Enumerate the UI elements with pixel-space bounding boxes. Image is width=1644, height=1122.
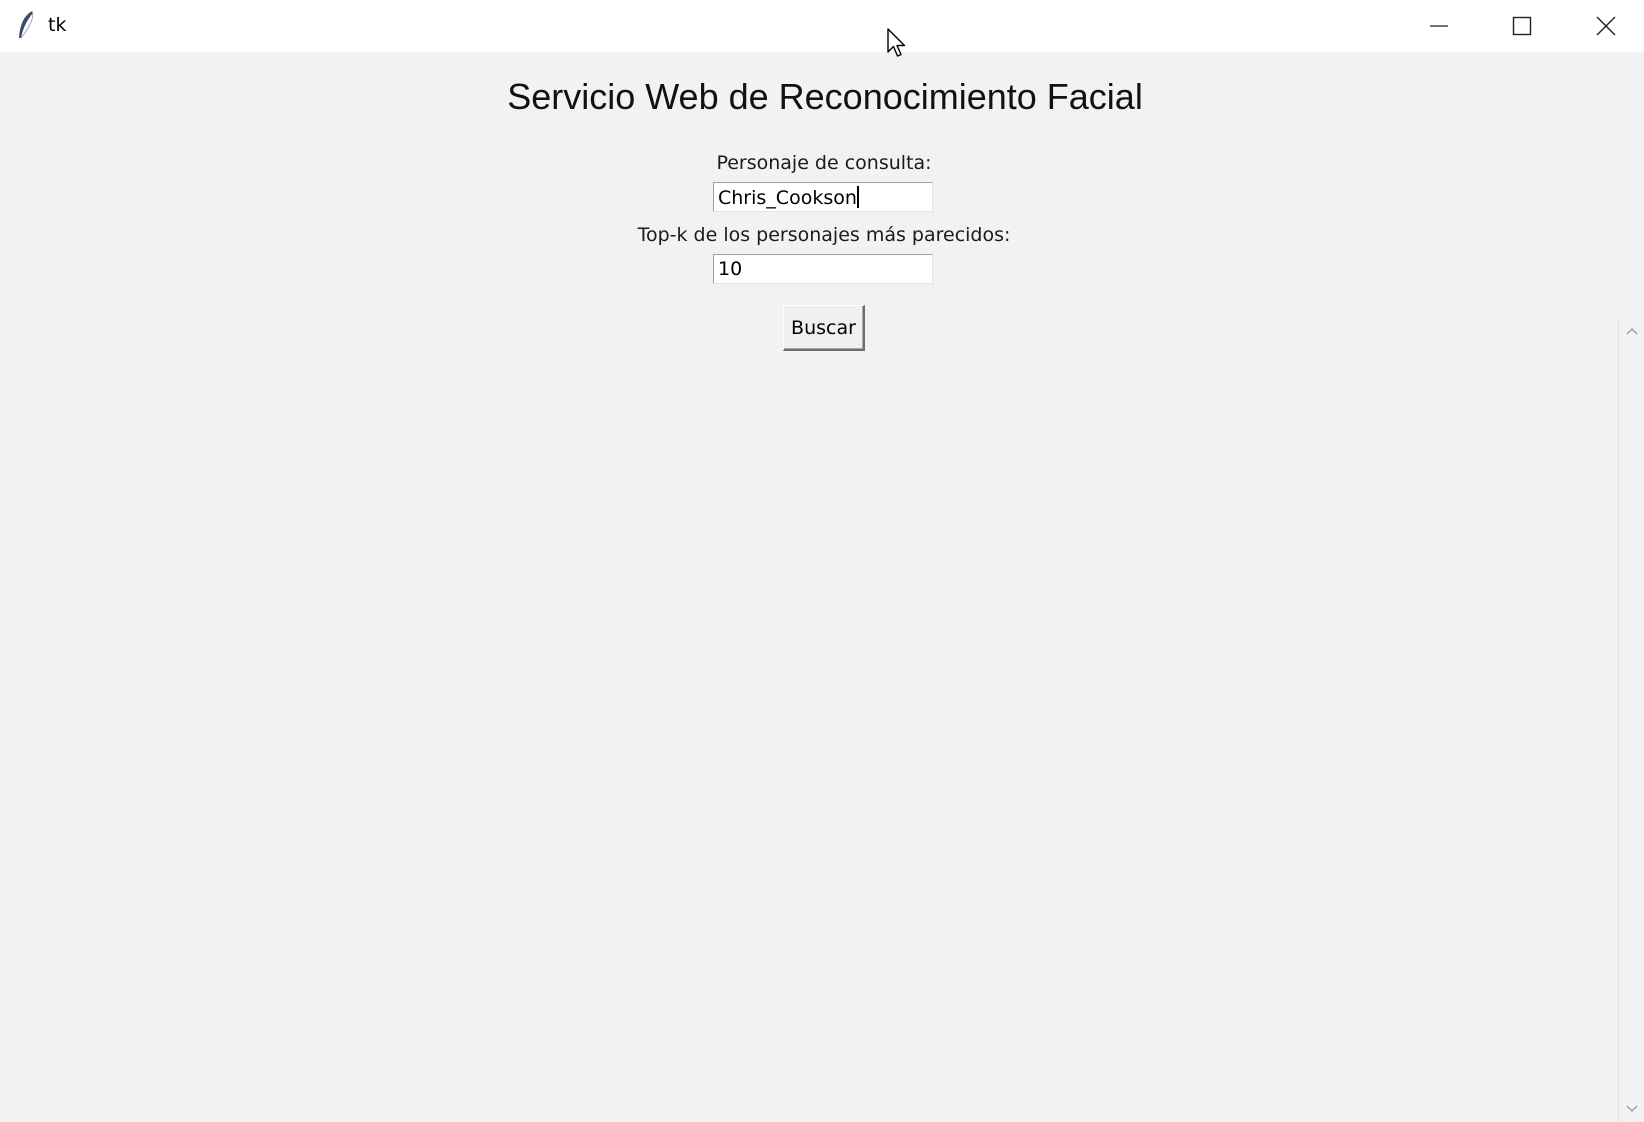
scroll-up-button[interactable]	[1619, 318, 1644, 344]
minimize-icon	[1430, 25, 1448, 27]
search-button[interactable]: Buscar	[783, 305, 865, 351]
chevron-up-icon	[1626, 327, 1638, 335]
title-bar[interactable]: tk	[0, 0, 1644, 52]
chevron-down-icon	[1626, 1105, 1638, 1113]
window-title: tk	[48, 14, 67, 36]
text-caret	[856, 186, 859, 208]
topk-label: Top-k de los personajes más parecidos:	[637, 224, 1011, 246]
topk-input[interactable]: 10	[713, 254, 933, 284]
page-title: Servicio Web de Reconocimiento Facial	[507, 76, 1143, 117]
topk-input-value: 10	[718, 258, 743, 280]
scroll-down-button[interactable]	[1619, 1096, 1644, 1122]
close-icon	[1596, 16, 1616, 36]
query-label: Personaje de consulta:	[716, 152, 932, 174]
query-input[interactable]: Chris_Cookson	[713, 182, 933, 212]
maximize-button[interactable]	[1482, 0, 1562, 52]
mouse-pointer-icon	[887, 28, 906, 57]
query-input-value: Chris_Cookson	[718, 187, 857, 209]
vertical-scrollbar[interactable]	[1618, 318, 1644, 1122]
maximize-icon	[1512, 16, 1532, 36]
minimize-button[interactable]	[1399, 0, 1479, 52]
app-window: tk Servicio Web de Reconocimiento Facial…	[0, 0, 1644, 1122]
close-button[interactable]	[1566, 0, 1644, 52]
main-content: Servicio Web de Reconocimiento Facial Pe…	[0, 52, 1644, 1122]
feather-icon	[19, 10, 34, 39]
